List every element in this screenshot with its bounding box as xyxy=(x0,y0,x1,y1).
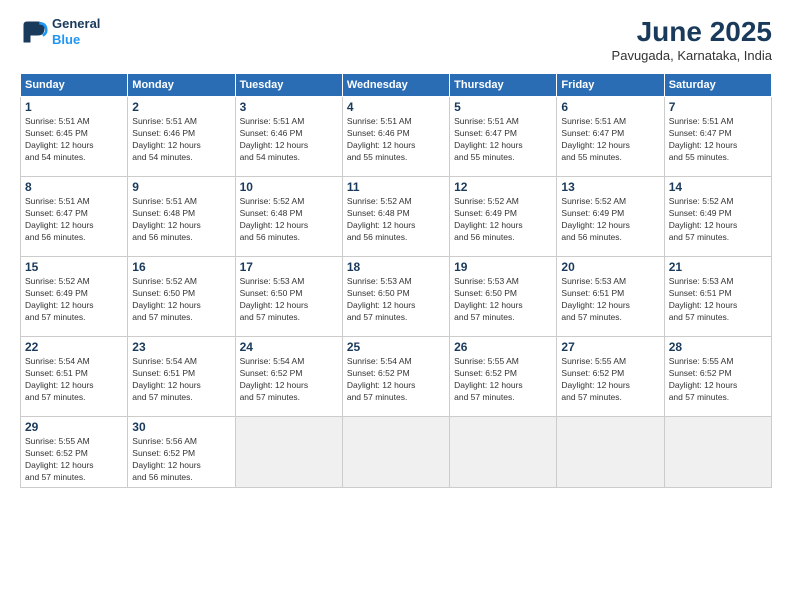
week-row-5: 29 Sunrise: 5:55 AMSunset: 6:52 PMDaylig… xyxy=(21,417,772,488)
col-saturday: Saturday xyxy=(664,74,771,97)
header: General Blue June 2025 Pavugada, Karnata… xyxy=(20,16,772,63)
day-cell-3: 3 Sunrise: 5:51 AMSunset: 6:46 PMDayligh… xyxy=(235,97,342,177)
logo-text: General Blue xyxy=(52,16,100,47)
day-cell-13: 13 Sunrise: 5:52 AMSunset: 6:49 PMDaylig… xyxy=(557,177,664,257)
day-cell-24: 24 Sunrise: 5:54 AMSunset: 6:52 PMDaylig… xyxy=(235,337,342,417)
day-cell-empty-5 xyxy=(664,417,771,488)
col-thursday: Thursday xyxy=(450,74,557,97)
location: Pavugada, Karnataka, India xyxy=(612,48,772,63)
day-cell-26: 26 Sunrise: 5:55 AMSunset: 6:52 PMDaylig… xyxy=(450,337,557,417)
day-cell-21: 21 Sunrise: 5:53 AMSunset: 6:51 PMDaylig… xyxy=(664,257,771,337)
week-row-1: 1 Sunrise: 5:51 AMSunset: 6:45 PMDayligh… xyxy=(21,97,772,177)
day-cell-29: 29 Sunrise: 5:55 AMSunset: 6:52 PMDaylig… xyxy=(21,417,128,488)
day-cell-28: 28 Sunrise: 5:55 AMSunset: 6:52 PMDaylig… xyxy=(664,337,771,417)
day-cell-22: 22 Sunrise: 5:54 AMSunset: 6:51 PMDaylig… xyxy=(21,337,128,417)
week-row-3: 15 Sunrise: 5:52 AMSunset: 6:49 PMDaylig… xyxy=(21,257,772,337)
day-cell-23: 23 Sunrise: 5:54 AMSunset: 6:51 PMDaylig… xyxy=(128,337,235,417)
day-cell-6: 6 Sunrise: 5:51 AMSunset: 6:47 PMDayligh… xyxy=(557,97,664,177)
calendar-table: Sunday Monday Tuesday Wednesday Thursday… xyxy=(20,73,772,488)
day-cell-16: 16 Sunrise: 5:52 AMSunset: 6:50 PMDaylig… xyxy=(128,257,235,337)
title-area: June 2025 Pavugada, Karnataka, India xyxy=(612,16,772,63)
day-cell-empty-1 xyxy=(235,417,342,488)
day-cell-17: 17 Sunrise: 5:53 AMSunset: 6:50 PMDaylig… xyxy=(235,257,342,337)
day-cell-empty-3 xyxy=(450,417,557,488)
day-cell-7: 7 Sunrise: 5:51 AMSunset: 6:47 PMDayligh… xyxy=(664,97,771,177)
day-cell-27: 27 Sunrise: 5:55 AMSunset: 6:52 PMDaylig… xyxy=(557,337,664,417)
day-cell-4: 4 Sunrise: 5:51 AMSunset: 6:46 PMDayligh… xyxy=(342,97,449,177)
page: General Blue June 2025 Pavugada, Karnata… xyxy=(0,0,792,612)
day-cell-19: 19 Sunrise: 5:53 AMSunset: 6:50 PMDaylig… xyxy=(450,257,557,337)
day-cell-empty-4 xyxy=(557,417,664,488)
col-tuesday: Tuesday xyxy=(235,74,342,97)
day-cell-12: 12 Sunrise: 5:52 AMSunset: 6:49 PMDaylig… xyxy=(450,177,557,257)
logo-icon xyxy=(20,18,48,46)
day-cell-5: 5 Sunrise: 5:51 AMSunset: 6:47 PMDayligh… xyxy=(450,97,557,177)
day-cell-empty-2 xyxy=(342,417,449,488)
logo: General Blue xyxy=(20,16,100,47)
month-title: June 2025 xyxy=(612,16,772,48)
day-cell-14: 14 Sunrise: 5:52 AMSunset: 6:49 PMDaylig… xyxy=(664,177,771,257)
week-row-4: 22 Sunrise: 5:54 AMSunset: 6:51 PMDaylig… xyxy=(21,337,772,417)
day-cell-15: 15 Sunrise: 5:52 AMSunset: 6:49 PMDaylig… xyxy=(21,257,128,337)
day-cell-18: 18 Sunrise: 5:53 AMSunset: 6:50 PMDaylig… xyxy=(342,257,449,337)
col-friday: Friday xyxy=(557,74,664,97)
day-cell-1: 1 Sunrise: 5:51 AMSunset: 6:45 PMDayligh… xyxy=(21,97,128,177)
col-wednesday: Wednesday xyxy=(342,74,449,97)
day-cell-25: 25 Sunrise: 5:54 AMSunset: 6:52 PMDaylig… xyxy=(342,337,449,417)
col-monday: Monday xyxy=(128,74,235,97)
calendar-header-row: Sunday Monday Tuesday Wednesday Thursday… xyxy=(21,74,772,97)
day-cell-11: 11 Sunrise: 5:52 AMSunset: 6:48 PMDaylig… xyxy=(342,177,449,257)
col-sunday: Sunday xyxy=(21,74,128,97)
week-row-2: 8 Sunrise: 5:51 AMSunset: 6:47 PMDayligh… xyxy=(21,177,772,257)
day-cell-30: 30 Sunrise: 5:56 AMSunset: 6:52 PMDaylig… xyxy=(128,417,235,488)
day-cell-8: 8 Sunrise: 5:51 AMSunset: 6:47 PMDayligh… xyxy=(21,177,128,257)
day-cell-9: 9 Sunrise: 5:51 AMSunset: 6:48 PMDayligh… xyxy=(128,177,235,257)
day-cell-10: 10 Sunrise: 5:52 AMSunset: 6:48 PMDaylig… xyxy=(235,177,342,257)
day-cell-20: 20 Sunrise: 5:53 AMSunset: 6:51 PMDaylig… xyxy=(557,257,664,337)
day-cell-2: 2 Sunrise: 5:51 AMSunset: 6:46 PMDayligh… xyxy=(128,97,235,177)
